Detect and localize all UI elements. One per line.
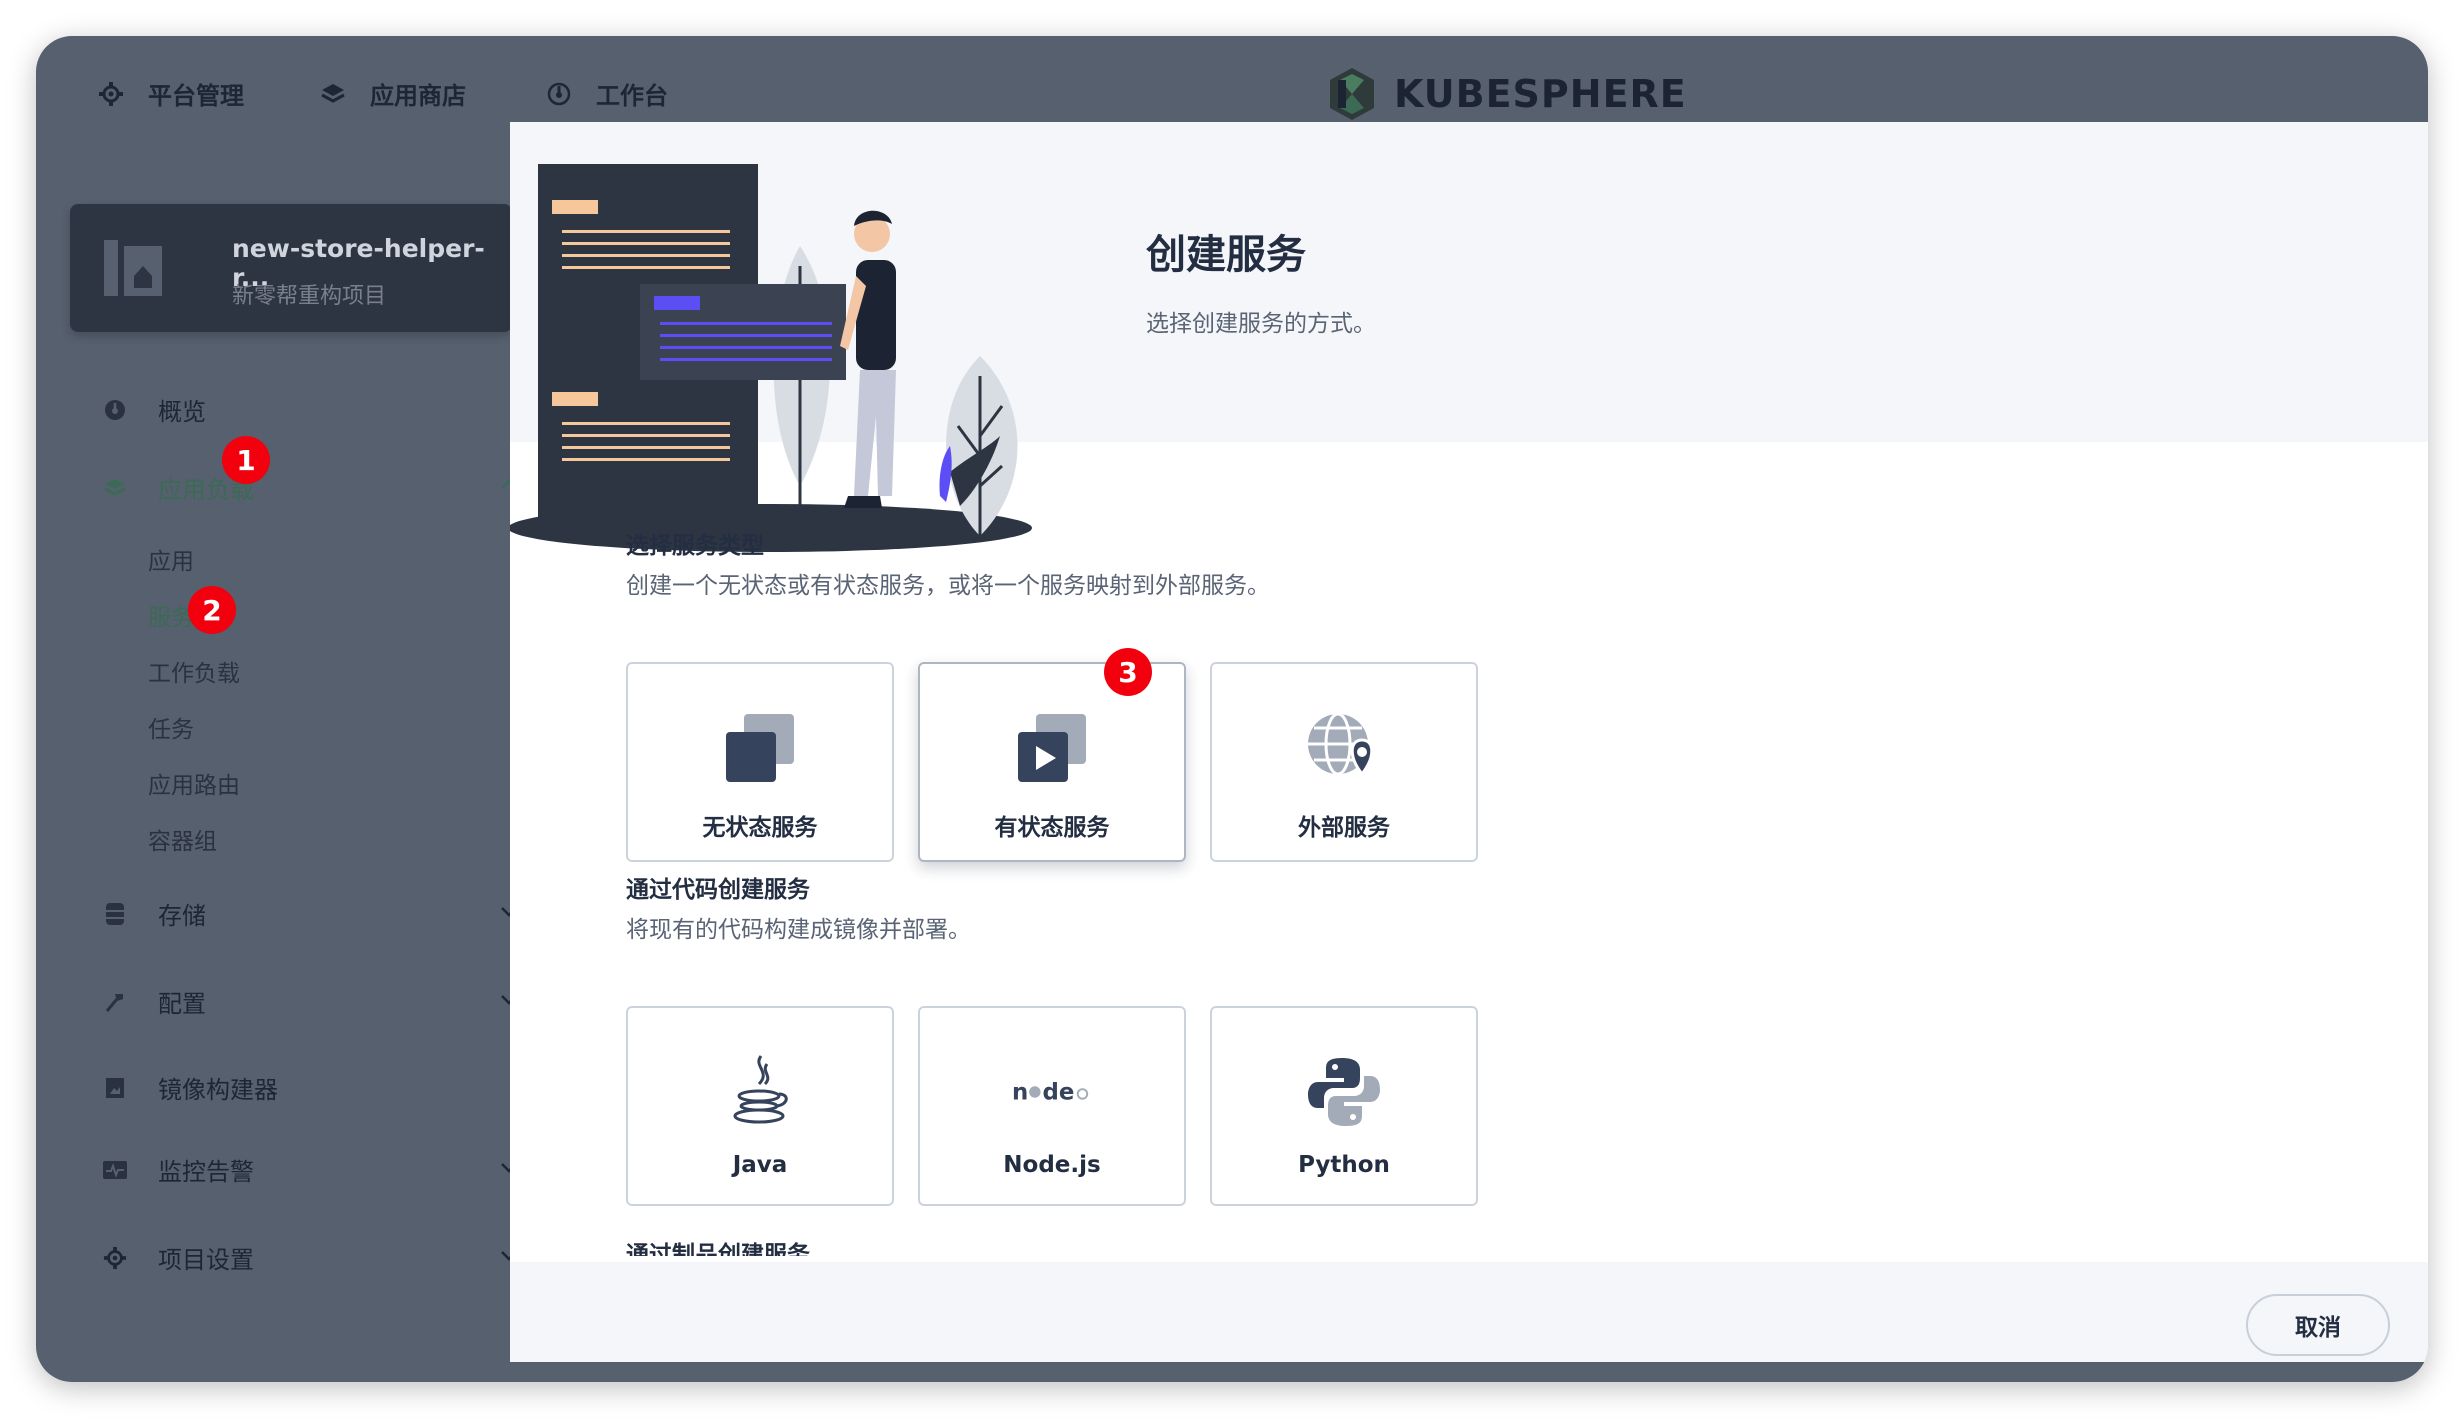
card-python-label: Python	[1298, 1152, 1390, 1178]
card-stateless-service[interactable]: 无状态服务	[626, 662, 894, 862]
card-external-label: 外部服务	[1298, 815, 1390, 841]
project-desc: 新零帮重构项目	[232, 284, 387, 309]
sidebar-sub-pods[interactable]: 容器组	[148, 822, 217, 856]
sidebar-project-settings-label: 项目设置	[158, 1246, 254, 1274]
sidebar-item-app-workloads[interactable]: 应用负载	[100, 470, 520, 505]
create-service-modal: 创建服务 选择创建服务的方式。 选择服务类型 创建一个无状态或有状态服务，或将一…	[510, 122, 2428, 1362]
sidebar-item-project-settings[interactable]: 项目设置	[100, 1240, 520, 1275]
nav-appstore-label: 应用商店	[370, 82, 466, 110]
gear-icon	[100, 1243, 130, 1273]
section-service-type-title: 选择服务类型	[626, 533, 764, 559]
stateful-service-icon	[1012, 708, 1092, 788]
sidebar-storage-label: 存储	[158, 902, 206, 930]
nav-platform-management[interactable]: 平台管理	[96, 76, 244, 111]
sidebar-monitoring-label: 监控告警	[158, 1158, 254, 1186]
dashboard-icon	[100, 395, 130, 425]
annotation-badge-2: 2	[188, 586, 236, 634]
nav-app-store[interactable]: 应用商店	[318, 76, 466, 111]
sidebar-sub-apps[interactable]: 应用	[148, 542, 194, 576]
card-python[interactable]: Python	[1210, 1006, 1478, 1206]
sidebar-item-overview[interactable]: 概览	[100, 392, 520, 427]
kubesphere-logo: KUBESPHERE	[1326, 66, 1687, 122]
gear-icon	[96, 79, 126, 109]
sidebar-sub-services[interactable]: 服务	[148, 598, 194, 632]
section-code-desc: 将现有的代码构建成镜像并部署。	[626, 917, 971, 943]
nav-workbench[interactable]: 工作台	[544, 76, 668, 111]
sidebar-item-image-builder[interactable]: 镜像构建器	[100, 1070, 520, 1105]
image-builder-icon	[100, 1073, 130, 1103]
cancel-button[interactable]: 取消	[2246, 1294, 2390, 1356]
section-artifact-title: 通过制品创建服务	[626, 1242, 810, 1256]
app-window: 平台管理 应用商店 工作台 KUBESPHERE new-store-helpe…	[36, 36, 2428, 1382]
stateless-service-icon	[720, 708, 800, 788]
logo-text: KUBESPHERE	[1394, 72, 1687, 116]
card-java-label: Java	[732, 1152, 788, 1178]
nav-workbench-label: 工作台	[596, 82, 668, 110]
python-icon	[1304, 1052, 1384, 1132]
sidebar-item-config[interactable]: 配置	[100, 984, 520, 1019]
globe-pin-icon	[1304, 708, 1384, 788]
hammer-icon	[100, 987, 130, 1017]
nodejs-icon: n de	[1012, 1052, 1092, 1132]
modal-title: 创建服务	[1146, 232, 1306, 278]
illustration-image	[510, 164, 1032, 552]
kubesphere-logo-icon	[1330, 68, 1374, 120]
card-external-service[interactable]: 外部服务	[1210, 662, 1478, 862]
modal-footer: 取消	[510, 1262, 2428, 1362]
monitor-icon	[100, 1155, 130, 1185]
sidebar-image-builder-label: 镜像构建器	[158, 1076, 278, 1104]
database-icon	[100, 899, 130, 929]
card-nodejs-label: Node.js	[1003, 1152, 1101, 1178]
dashboard-icon	[544, 79, 574, 109]
sidebar-overview-label: 概览	[158, 398, 206, 426]
project-icon	[102, 238, 164, 298]
modal-subtitle: 选择创建服务的方式。	[1146, 311, 1376, 337]
layers-icon	[100, 473, 130, 503]
sidebar-config-label: 配置	[158, 990, 206, 1018]
sidebar-sub-workloads[interactable]: 工作负载	[148, 654, 240, 688]
svg-text:de: de	[1042, 1080, 1074, 1106]
card-stateful-service[interactable]: 有状态服务	[918, 662, 1186, 862]
sidebar-sub-routes[interactable]: 应用路由	[148, 766, 240, 800]
annotation-badge-1: 1	[222, 436, 270, 484]
card-stateful-label: 有状态服务	[994, 815, 1110, 841]
sidebar-item-monitoring[interactable]: 监控告警	[100, 1152, 520, 1187]
card-java[interactable]: Java	[626, 1006, 894, 1206]
java-icon	[720, 1052, 800, 1132]
card-stateless-label: 无状态服务	[702, 815, 818, 841]
sidebar-sub-jobs[interactable]: 任务	[148, 710, 194, 744]
card-nodejs[interactable]: n de Node.js	[918, 1006, 1186, 1206]
sidebar-item-storage[interactable]: 存储	[100, 896, 520, 931]
section-service-type-desc: 创建一个无状态或有状态服务，或将一个服务映射到外部服务。	[626, 573, 1270, 599]
nav-platform-label: 平台管理	[148, 82, 244, 110]
layers-icon	[318, 79, 348, 109]
section-code-title: 通过代码创建服务	[626, 877, 810, 903]
project-card[interactable]: new-store-helper-r... 新零帮重构项目	[70, 204, 512, 332]
svg-text:n: n	[1012, 1080, 1028, 1106]
annotation-badge-3: 3	[1104, 648, 1152, 696]
